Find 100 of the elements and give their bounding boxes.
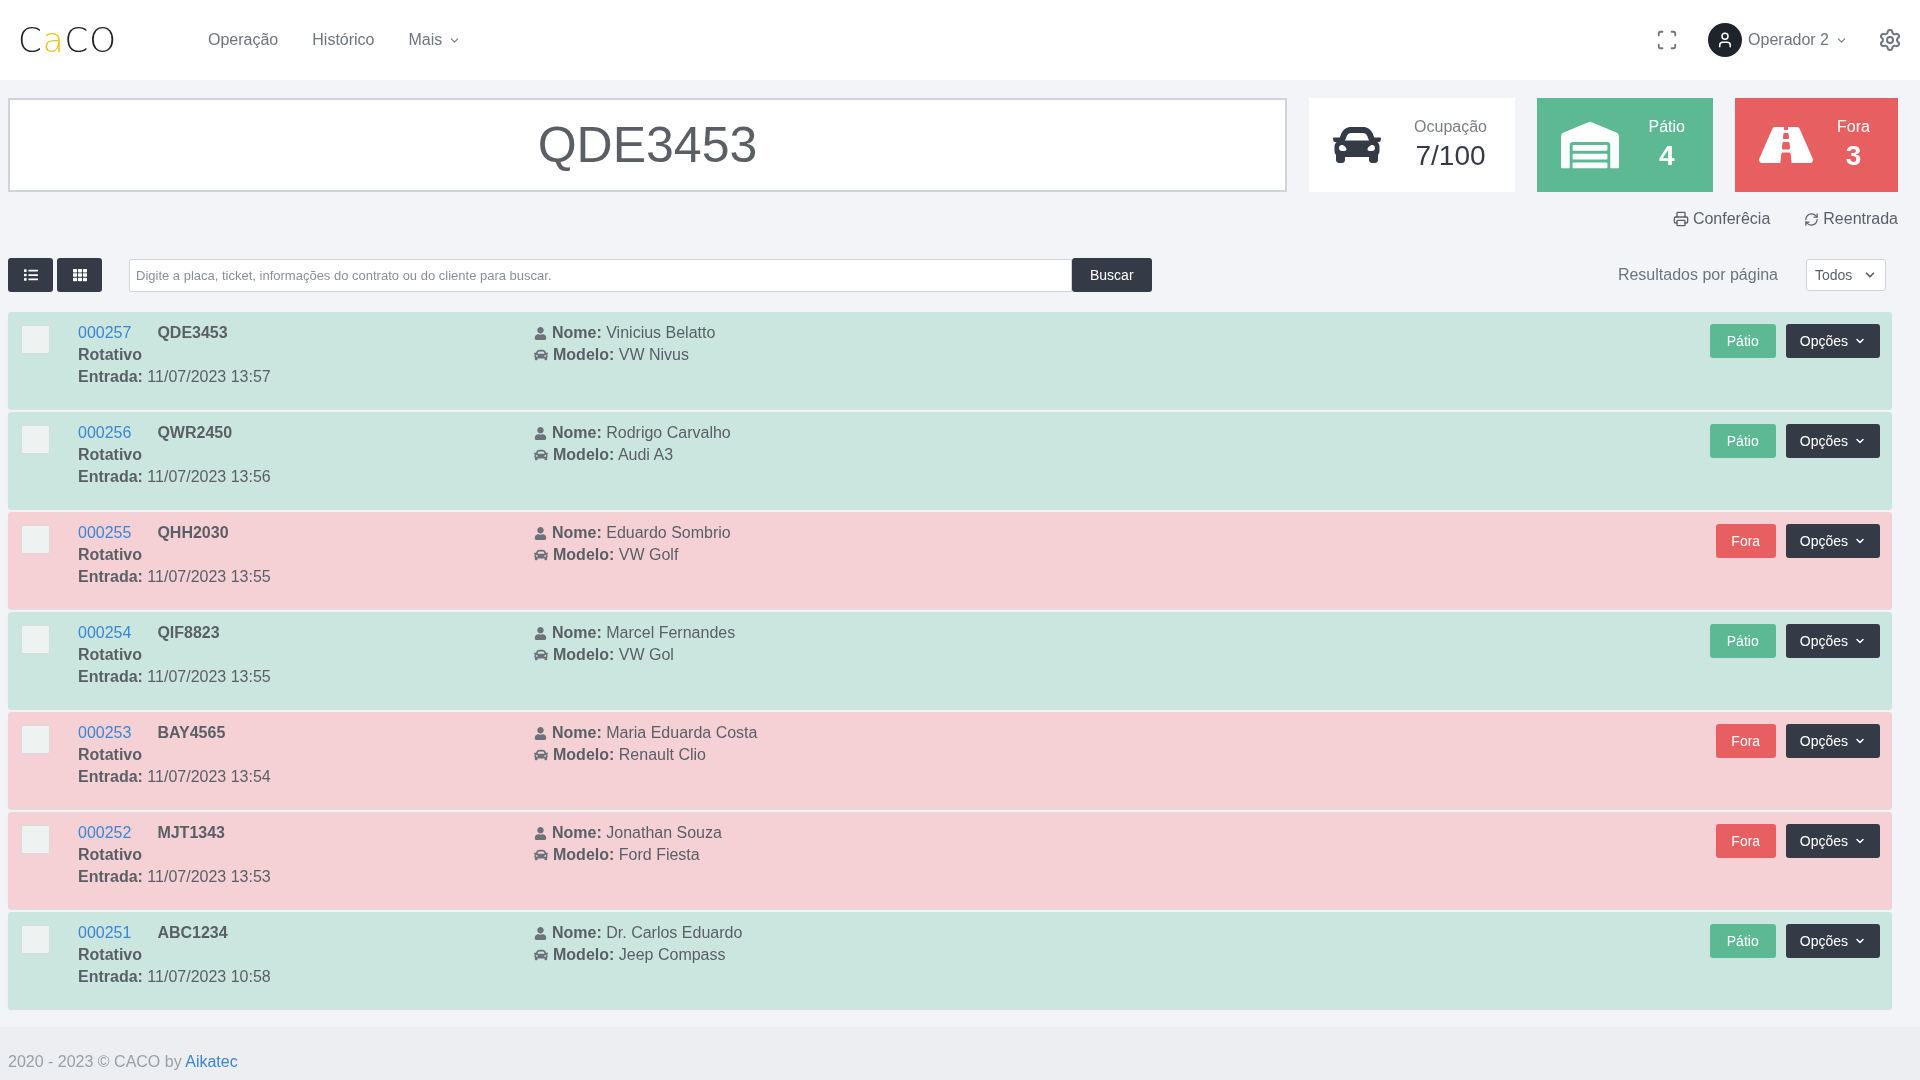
stat-label: Pátio bbox=[1648, 118, 1685, 136]
plate-text: QWR2450 bbox=[157, 424, 233, 442]
action-link[interactable]: Conferêcia bbox=[1672, 210, 1771, 228]
status-badge: Pátio bbox=[1709, 324, 1776, 358]
row-checkbox[interactable] bbox=[21, 825, 50, 854]
options-button[interactable]: Opções bbox=[1785, 424, 1880, 458]
logo-part: CO bbox=[64, 20, 118, 60]
ticket-link[interactable]: 000256 bbox=[78, 424, 132, 442]
name-text: Nome: Rodrigo Carvalho bbox=[552, 424, 731, 442]
status-badge: Pátio bbox=[1709, 624, 1776, 658]
car-icon bbox=[534, 948, 548, 962]
fullscreen-icon[interactable] bbox=[1656, 29, 1679, 51]
action-link[interactable]: Reentrada bbox=[1804, 210, 1898, 228]
ticket-link[interactable]: 000254 bbox=[78, 624, 132, 642]
status-badge: Fora bbox=[1715, 524, 1776, 558]
options-button[interactable]: Opções bbox=[1785, 324, 1880, 358]
stat-value: 3 bbox=[1845, 140, 1862, 172]
row-checkbox[interactable] bbox=[21, 625, 50, 654]
name-text: Nome: Marcel Fernandes bbox=[552, 624, 736, 642]
name-text: Nome: Jonathan Souza bbox=[552, 824, 722, 842]
person-icon bbox=[534, 726, 547, 740]
model-text: Modelo: Renault Clio bbox=[553, 746, 706, 764]
entry-text: Entrada: 11/07/2023 10:58 bbox=[78, 968, 272, 986]
person-icon bbox=[534, 426, 547, 440]
printer-icon bbox=[1672, 211, 1689, 227]
nav-link[interactable]: Mais bbox=[408, 31, 462, 49]
grid-view-button[interactable] bbox=[57, 258, 102, 292]
plate-text: MJT1343 bbox=[157, 824, 225, 842]
per-page-label: Resultados por página bbox=[1617, 266, 1778, 284]
entry-text: Entrada: 11/07/2023 13:57 bbox=[78, 368, 272, 386]
list-icon bbox=[23, 268, 38, 282]
type-text: Rotativo bbox=[78, 746, 143, 764]
stat-label: Fora bbox=[1837, 118, 1870, 136]
options-button[interactable]: Opções bbox=[1785, 524, 1880, 558]
search-field[interactable]: Digite a placa, ticket, informações do contrato ou do cliente para buscar. bbox=[129, 258, 1072, 292]
settings-icon[interactable] bbox=[1878, 28, 1902, 52]
entry-text: Entrada: 11/07/2023 13:56 bbox=[78, 468, 272, 486]
ticket-link[interactable]: 000252 bbox=[78, 824, 132, 842]
person-icon bbox=[534, 926, 547, 940]
name-text: Nome: Dr. Carlos Eduardo bbox=[552, 924, 743, 942]
ticket-link[interactable]: 000255 bbox=[78, 524, 132, 542]
ticket-link[interactable]: 000251 bbox=[78, 924, 132, 942]
car-icon bbox=[534, 448, 548, 462]
nav-link[interactable]: Histórico bbox=[312, 31, 375, 49]
car-icon bbox=[534, 348, 548, 362]
plate-text: ABC1234 bbox=[157, 924, 228, 942]
person-icon bbox=[534, 326, 547, 340]
type-text: Rotativo bbox=[78, 646, 143, 664]
per-page-select[interactable]: Todos bbox=[1806, 259, 1886, 291]
status-badge: Pátio bbox=[1709, 424, 1776, 458]
grid-icon bbox=[72, 268, 87, 282]
car-icon bbox=[534, 648, 548, 662]
stat-value: 7/100 bbox=[1415, 140, 1486, 172]
avatar bbox=[1708, 23, 1743, 57]
person-icon bbox=[534, 526, 547, 540]
type-text: Rotativo bbox=[78, 546, 143, 564]
name-text: Nome: Eduardo Sombrio bbox=[552, 524, 731, 542]
options-button[interactable]: Opções bbox=[1785, 724, 1880, 758]
type-text: Rotativo bbox=[78, 846, 143, 864]
nav-link[interactable]: Operação bbox=[208, 31, 279, 49]
options-button[interactable]: Opções bbox=[1785, 624, 1880, 658]
row-checkbox[interactable] bbox=[21, 925, 50, 954]
car-icon bbox=[534, 848, 548, 862]
options-button[interactable]: Opções bbox=[1785, 924, 1880, 958]
row-checkbox[interactable] bbox=[21, 725, 50, 754]
plate-text: QHH2030 bbox=[157, 524, 229, 542]
entry-text: Entrada: 11/07/2023 13:55 bbox=[78, 568, 272, 586]
refresh-icon bbox=[1804, 211, 1820, 227]
plate-text: QIF8823 bbox=[157, 624, 220, 642]
type-text: Rotativo bbox=[78, 346, 143, 364]
model-text: Modelo: VW Gol bbox=[553, 646, 674, 664]
status-badge: Fora bbox=[1715, 724, 1776, 758]
model-text: Modelo: VW Nivus bbox=[553, 346, 689, 364]
type-text: Rotativo bbox=[78, 946, 143, 964]
row-checkbox[interactable] bbox=[21, 525, 50, 554]
row-checkbox[interactable] bbox=[21, 325, 50, 354]
name-text: Nome: Maria Eduarda Costa bbox=[552, 724, 758, 742]
model-text: Modelo: Jeep Compass bbox=[553, 946, 726, 964]
name-text: Nome: Vinicius Belatto bbox=[552, 324, 716, 342]
car-icon bbox=[534, 748, 548, 762]
row-checkbox[interactable] bbox=[21, 425, 50, 454]
search-button[interactable]: Buscar bbox=[1072, 258, 1152, 292]
status-badge: Pátio bbox=[1709, 924, 1776, 958]
user-menu[interactable]: Operador 2 bbox=[1708, 23, 1848, 57]
entry-text: Entrada: 11/07/2023 13:55 bbox=[78, 668, 272, 686]
ticket-link[interactable]: 000257 bbox=[78, 324, 132, 342]
ticket-link[interactable]: 000253 bbox=[78, 724, 132, 742]
logo-part: a bbox=[42, 20, 65, 60]
plate-text: QDE3453 bbox=[157, 324, 228, 342]
entry-text: Entrada: 11/07/2023 13:54 bbox=[78, 768, 272, 786]
stat-label: Ocupação bbox=[1414, 118, 1487, 136]
options-button[interactable]: Opções bbox=[1785, 824, 1880, 858]
footer-link[interactable]: Aikatec bbox=[185, 1053, 238, 1070]
stat-value: 4 bbox=[1658, 140, 1675, 172]
status-badge: Fora bbox=[1715, 824, 1776, 858]
model-text: Modelo: Audi A3 bbox=[553, 446, 674, 464]
type-text: Rotativo bbox=[78, 446, 143, 464]
list-view-button[interactable] bbox=[8, 258, 53, 292]
entry-text: Entrada: 11/07/2023 13:53 bbox=[78, 868, 272, 886]
footer-text: 2020 - 2023 © CACO by bbox=[8, 1053, 182, 1070]
